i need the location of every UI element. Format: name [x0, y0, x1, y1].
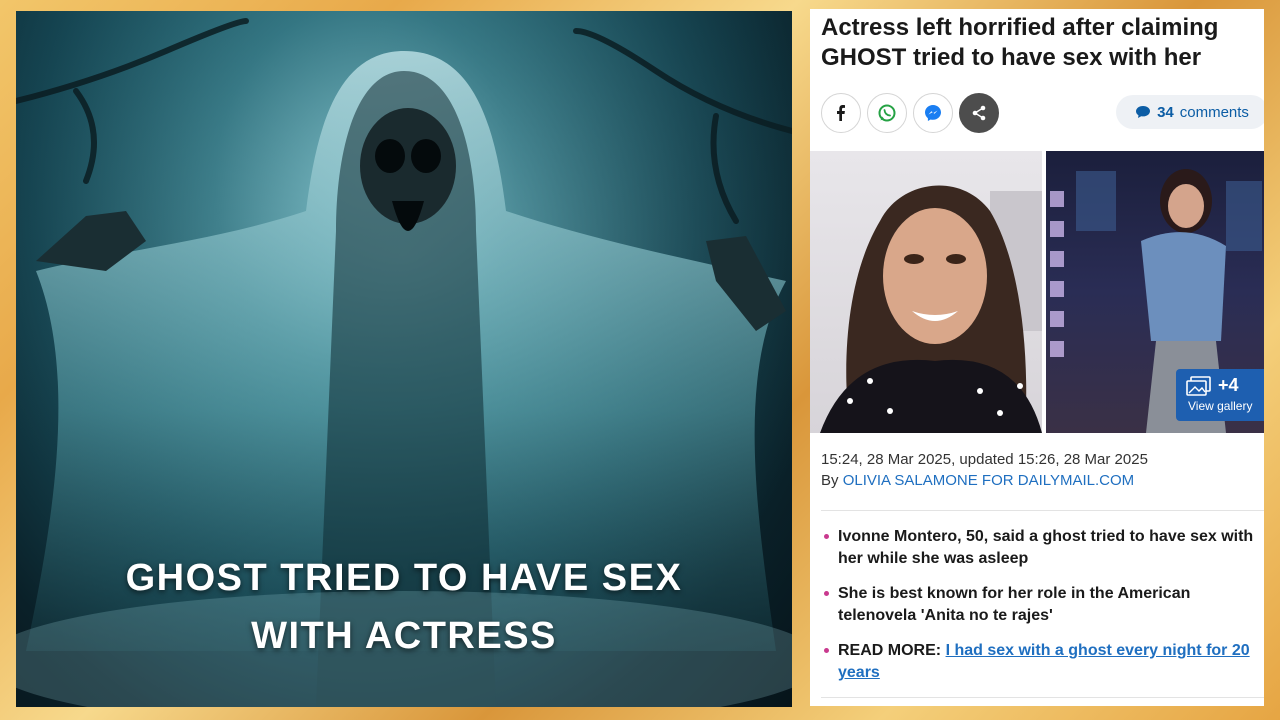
share-icon: [972, 105, 986, 121]
article-headline: Actress left horrified after claiming GH…: [821, 14, 1219, 71]
summary-bullet: Ivonne Montero, 50, said a ghost tried t…: [821, 526, 1264, 570]
ghost-illustration: GHOST TRIED TO HAVE SEX WITH ACTRESS: [16, 11, 792, 707]
comment-bubble-icon: [1136, 106, 1151, 118]
caption-line-1: GHOST TRIED TO HAVE SEX: [125, 557, 683, 599]
comments-count: 34: [1157, 103, 1174, 121]
gallery-count: +4: [1218, 375, 1239, 395]
divider: [821, 510, 1264, 511]
read-more-label: READ MORE:: [838, 642, 942, 659]
selfie-image: [820, 185, 1042, 433]
gallery-icon: [1186, 376, 1211, 396]
comments-label: comments: [1179, 103, 1249, 121]
whatsapp-icon: [878, 104, 896, 122]
actress-selfie-photo[interactable]: [810, 151, 1042, 433]
article-summary-bullets: Ivonne Montero, 50, said a ghost tried t…: [821, 526, 1264, 697]
author-link[interactable]: OLIVIA SALAMONE FOR DAILYMAIL.COM: [843, 472, 1134, 489]
whatsapp-share-button[interactable]: [867, 93, 907, 133]
article-byline: By OLIVIA SALAMONE FOR DAILYMAIL.COM: [821, 472, 1134, 489]
article-timestamp: 15:24, 28 Mar 2025, updated 15:26, 28 Ma…: [821, 451, 1148, 468]
view-gallery-button[interactable]: +4 View gallery: [1176, 369, 1264, 421]
messenger-share-button[interactable]: [913, 93, 953, 133]
divider: [821, 697, 1264, 698]
video-caption: GHOST TRIED TO HAVE SEX WITH ACTRESS: [16, 549, 792, 665]
summary-bullet: She is best known for her role in the Am…: [821, 583, 1264, 627]
facebook-share-button[interactable]: [821, 93, 861, 133]
facebook-icon: [837, 105, 845, 121]
more-share-button[interactable]: [959, 93, 999, 133]
actress-studio-photo[interactable]: +4 View gallery: [1046, 151, 1264, 433]
caption-line-2: WITH ACTRESS: [251, 615, 557, 657]
byline-prefix: By: [821, 472, 839, 489]
gallery-label: View gallery: [1188, 399, 1253, 413]
article-photos: +4 View gallery: [810, 151, 1264, 433]
comments-button[interactable]: 34 comments: [1116, 95, 1264, 129]
read-more-bullet: READ MORE: I had sex with a ghost every …: [821, 640, 1264, 684]
article-panel: Actress left horrified after claiming GH…: [810, 9, 1264, 706]
share-bar: 34 comments: [821, 93, 1264, 133]
messenger-icon: [925, 105, 941, 121]
